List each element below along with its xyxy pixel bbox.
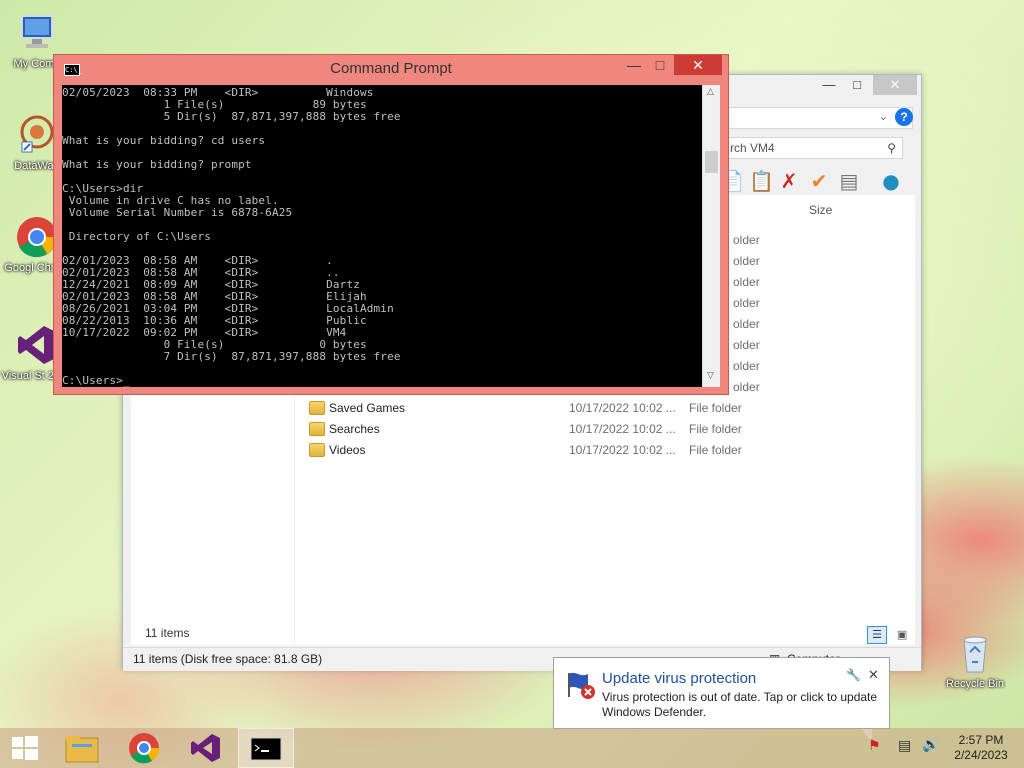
taskbar-visual-studio[interactable] (178, 728, 234, 768)
large-icons-view-icon[interactable]: ▣ (892, 627, 912, 645)
scrollbar[interactable]: △ ▽ (702, 85, 720, 387)
type-cell-partial: older (733, 317, 760, 331)
defender-flag-icon (566, 670, 596, 700)
file-row[interactable]: Searches 10/17/2022 10:02 ... File folde… (307, 420, 907, 441)
desktop-icon-recycle-bin[interactable]: Recycle Bin (938, 630, 1012, 690)
delete-icon[interactable]: ✗ (777, 169, 801, 193)
help-icon[interactable]: ? (895, 108, 913, 126)
command-prompt-window[interactable]: C:\_ Command Prompt — □ ✕ 02/05/2023 08:… (53, 54, 729, 395)
search-icon[interactable]: ⚲ (887, 138, 896, 158)
cmd-icon (250, 737, 282, 761)
type-cell-partial: older (733, 359, 760, 373)
console-line: What is your bidding? prompt (62, 158, 252, 171)
console-text: 02/05/2023 08:33 PM <DIR> Windows 1 File… (62, 87, 401, 387)
chrome-icon (129, 733, 160, 764)
status-text: 11 items (Disk free space: 81.8 GB) (133, 652, 323, 666)
minimize-button[interactable]: — (815, 75, 843, 95)
file-row[interactable]: Saved Games 10/17/2022 10:02 ... File fo… (307, 399, 907, 420)
console-line: Directory of C:\Users (62, 230, 211, 243)
notification-title: Update virus protection (602, 670, 757, 687)
console-line: Volume Serial Number is 6878-6A25 (62, 206, 293, 219)
clock-date: 2/24/2023 (954, 748, 1008, 762)
recycle-bin-icon (952, 630, 998, 676)
console-line: 7 Dir(s) 87,871,397,888 bytes free (62, 350, 401, 363)
computer-icon (14, 10, 60, 56)
file-name: Searches (329, 422, 380, 436)
console-line: 5 Dir(s) 87,871,397,888 bytes free (62, 110, 401, 123)
file-type: File folder (689, 401, 742, 415)
window-title: Command Prompt (330, 60, 452, 77)
console-output[interactable]: 02/05/2023 08:33 PM <DIR> Windows 1 File… (62, 85, 702, 387)
taskbar-command-prompt[interactable] (238, 728, 294, 768)
search-placeholder: rch VM4 (730, 141, 775, 155)
rename-icon[interactable]: ▤ (837, 169, 861, 193)
action-center-alert-icon[interactable]: ⚑ (868, 738, 881, 754)
cmd-icon: C:\_ (64, 64, 82, 76)
maximize-button[interactable]: □ (646, 55, 674, 75)
minimize-button[interactable]: — (620, 55, 648, 75)
view-toggle: ☰ ▣ (867, 623, 912, 645)
search-input[interactable]: rch VM4 ⚲ (723, 137, 903, 159)
settings-wrench-icon[interactable]: 🔧 (846, 668, 861, 682)
address-bar[interactable]: ⌄ (723, 107, 913, 129)
taskbar-chrome[interactable] (116, 728, 172, 768)
folder-icon (309, 443, 325, 457)
system-clock[interactable]: 2:57 PM 2/24/2023 (946, 733, 1016, 763)
explorer-toolbar: 📄 📋 ✗ ✔ ▤ ● (719, 167, 919, 197)
type-cell-partial: older (733, 275, 760, 289)
file-name: Videos (329, 443, 366, 457)
network-icon[interactable]: ▤ (898, 738, 911, 754)
clock-time: 2:57 PM (958, 733, 1004, 747)
type-cell-partial: older (733, 338, 760, 352)
file-date: 10/17/2022 10:02 ... (569, 443, 676, 457)
file-type: File folder (689, 422, 742, 436)
close-button[interactable]: ✕ (674, 55, 722, 75)
maximize-button[interactable]: □ (843, 75, 871, 95)
windows-logo-icon (12, 736, 38, 760)
console-line: What is your bidding? cd users (62, 134, 266, 147)
checkmark-icon[interactable]: ✔ (807, 169, 831, 193)
console-line: C:\Users>_ (62, 374, 130, 387)
folder-icon (65, 736, 99, 763)
folder-icon (309, 422, 325, 436)
type-cell-partial: older (733, 254, 760, 268)
taskbar-file-explorer[interactable] (54, 728, 110, 768)
type-cell-partial: older (733, 296, 760, 310)
volume-icon[interactable]: 🔊 (922, 737, 939, 753)
close-button[interactable]: ✕ (873, 75, 917, 95)
scroll-up-icon[interactable]: △ (707, 87, 714, 97)
chevron-down-icon[interactable]: ⌄ (879, 110, 888, 123)
close-icon[interactable]: ✕ (868, 667, 879, 683)
scrollbar-thumb[interactable] (705, 151, 718, 173)
desktop-icon-label: Recycle Bin (945, 678, 1005, 690)
notification-message: Virus protection is out of date. Tap or … (602, 690, 878, 719)
item-count: 11 items (145, 626, 190, 640)
column-header-size[interactable]: Size (809, 203, 832, 217)
file-date: 10/17/2022 10:02 ... (569, 401, 676, 415)
start-button[interactable] (0, 728, 56, 768)
file-type: File folder (689, 443, 742, 457)
file-name: Saved Games (329, 401, 406, 415)
paste-icon[interactable]: 📋 (749, 169, 774, 193)
type-cell-partial: older (733, 380, 760, 394)
taskbar: ⚑ ▤ 🔊 2:57 PM 2/24/2023 (0, 728, 1024, 768)
visual-studio-icon (191, 734, 220, 762)
update-virus-protection-notification[interactable]: Update virus protection Virus protection… (553, 657, 890, 743)
type-cell-partial: older (733, 233, 760, 247)
folder-icon (309, 401, 325, 415)
globe-icon[interactable]: ● (879, 169, 903, 193)
scroll-down-icon[interactable]: ▽ (707, 371, 714, 381)
details-view-icon[interactable]: ☰ (867, 626, 887, 644)
file-date: 10/17/2022 10:02 ... (569, 422, 676, 436)
file-row[interactable]: Videos 10/17/2022 10:02 ... File folder (307, 441, 907, 462)
